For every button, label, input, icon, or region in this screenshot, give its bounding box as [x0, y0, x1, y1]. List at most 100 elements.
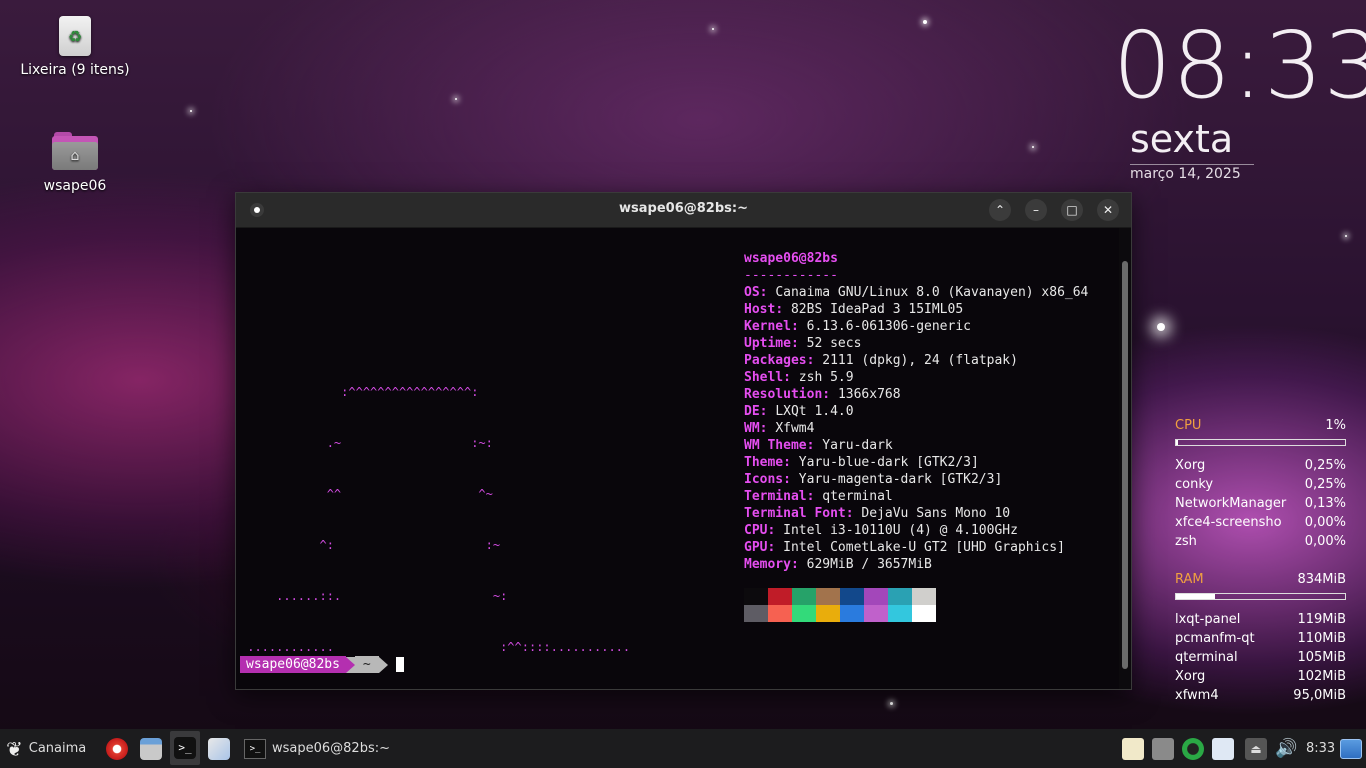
process-value: 102MiB — [1297, 669, 1346, 684]
desktop-icon-home[interactable]: ⌂ wsape06 — [20, 132, 130, 194]
minimize-button[interactable]: – — [1025, 199, 1047, 221]
ram-value: 834MiB — [1297, 572, 1346, 587]
network-icon[interactable] — [1152, 737, 1174, 760]
eject-icon[interactable]: ⏏ — [1245, 737, 1267, 760]
process-value: 0,25% — [1304, 458, 1346, 473]
info-key: Host — [744, 302, 776, 317]
color-swatch — [864, 605, 888, 622]
info-value: Yaru-dark — [822, 438, 893, 453]
clipboard-icon[interactable] — [1122, 737, 1144, 760]
process-value: 0,25% — [1304, 477, 1346, 492]
info-key: CPU — [744, 523, 768, 538]
task-label: wsape06@82bs:~ — [272, 741, 391, 756]
taskbar: ❦ Canaima >_ >_ wsape06@82bs:~ ⏏ 🔊 8:33 — [0, 729, 1366, 768]
info-key: OS — [744, 285, 760, 300]
info-key: Uptime — [744, 336, 791, 351]
process-name: xfwm4 — [1175, 688, 1219, 703]
update-icon[interactable] — [1182, 737, 1204, 760]
color-swatch — [840, 588, 864, 605]
info-row: DE: LXQt 1.4.0 — [744, 404, 854, 419]
process-row: xfce4-screensho 0,00% — [1175, 513, 1346, 532]
star — [1345, 235, 1347, 237]
info-value: Xfwm4 — [775, 421, 815, 436]
star — [890, 702, 893, 705]
canaima-logo-icon: ❦ — [6, 736, 23, 761]
info-row: WM Theme: Yaru-dark — [744, 438, 893, 453]
process-name: qterminal — [1175, 650, 1238, 665]
process-name: xfce4-screensho — [1175, 515, 1282, 530]
taskbar-clock[interactable]: 8:33 — [1306, 741, 1335, 756]
info-key: DE — [744, 404, 760, 419]
neofetch-info: wsape06@82bs ------------ OS: Canaima GN… — [744, 250, 1088, 573]
volume-icon[interactable]: 🔊 — [1275, 738, 1297, 759]
text-editor-icon[interactable] — [208, 737, 230, 760]
info-row: OS: Canaima GNU/Linux 8.0 (Kavanayen) x8… — [744, 285, 1089, 300]
desktop-icon-trash[interactable]: ♻ Lixeira (9 itens) — [20, 16, 130, 78]
clock-separator — [1130, 164, 1254, 165]
ascii-line: ............ :^^::::........... — [240, 640, 631, 654]
conky-monitor: CPU 1% Xorg 0,25% conky 0,25% NetworkManage… — [1175, 416, 1346, 705]
task-button-terminal[interactable]: >_ wsape06@82bs:~ — [244, 729, 390, 768]
star — [455, 98, 457, 100]
color-swatch — [912, 588, 936, 605]
info-key: Terminal — [744, 489, 807, 504]
info-row: Kernel: 6.13.6-061306-generic — [744, 319, 971, 334]
color-swatch — [816, 605, 840, 622]
title-bar[interactable]: wsape06@82bs:~ ⌃ – □ ✕ — [236, 193, 1131, 228]
desktop-icon-label: Lixeira (9 itens) — [20, 62, 130, 78]
info-row: Host: 82BS IdeaPad 3 15IML05 — [744, 302, 964, 317]
info-value: 52 secs — [806, 336, 862, 351]
info-key: Memory — [744, 557, 791, 572]
color-swatch — [792, 588, 816, 605]
process-row: Xorg 102MiB — [1175, 667, 1346, 686]
star — [1032, 146, 1034, 148]
process-value: 105MiB — [1297, 650, 1346, 665]
process-value: 0,00% — [1304, 534, 1346, 549]
close-button[interactable]: ✕ — [1097, 199, 1119, 221]
terminal-content[interactable]: :^^^^^^^^^^^^^^^^^: .~ :~: ^^ ^~ ^: :~ .… — [236, 228, 1119, 689]
process-value: 0,13% — [1304, 496, 1346, 511]
terminal-launcher[interactable]: >_ — [170, 731, 200, 765]
main-menu-button[interactable]: ❦ Canaima — [6, 729, 86, 768]
info-key: WM Theme — [744, 438, 807, 453]
info-value: 82BS IdeaPad 3 15IML05 — [790, 302, 964, 317]
trash-icon: ♻ — [59, 16, 91, 56]
ram-usage-bar — [1175, 593, 1346, 600]
info-key: Resolution — [744, 387, 823, 402]
process-name: pcmanfm-qt — [1175, 631, 1255, 646]
ram-label: RAM — [1175, 572, 1204, 587]
maximize-button[interactable]: □ — [1061, 199, 1083, 221]
clock-date: março 14, 2025 — [1130, 166, 1241, 182]
bluetooth-icon[interactable] — [1212, 737, 1234, 760]
file-manager-icon[interactable] — [140, 737, 162, 760]
info-key: Icons — [744, 472, 784, 487]
info-row: Resolution: 1366x768 — [744, 387, 901, 402]
info-value: 2111 (dpkg), 24 (flatpak) — [822, 353, 1018, 368]
terminal-icon: >_ — [174, 737, 196, 759]
shade-button[interactable]: ⌃ — [989, 199, 1011, 221]
terminal-window[interactable]: wsape06@82bs:~ ⌃ – □ ✕ :^^^^^^^^^^^^^^^^… — [235, 192, 1132, 690]
info-value: Yaru-magenta-dark [GTK2/3] — [798, 472, 1003, 487]
ascii-line: .~ :~: — [240, 436, 493, 450]
home-folder-icon: ⌂ — [52, 132, 98, 170]
process-row: zsh 0,00% — [1175, 532, 1346, 551]
info-key: Terminal Font — [744, 506, 846, 521]
info-key: WM — [744, 421, 760, 436]
ascii-line: :^^^^^^^^^^^^^^^^^: — [240, 385, 479, 399]
text-cursor — [395, 657, 404, 672]
color-swatch — [744, 588, 768, 605]
color-swatch — [840, 605, 864, 622]
process-row: NetworkManager 0,13% — [1175, 494, 1346, 513]
info-row: Terminal Font: DejaVu Sans Mono 10 — [744, 506, 1011, 521]
cpu-usage-bar — [1175, 439, 1346, 446]
neofetch-header: wsape06@82bs — [744, 251, 838, 266]
process-name: lxqt-panel — [1175, 612, 1241, 627]
process-name: Xorg — [1175, 458, 1206, 473]
browser-icon[interactable] — [106, 737, 128, 760]
show-desktop-icon[interactable] — [1340, 738, 1362, 759]
info-row: Shell: zsh 5.9 — [744, 370, 854, 385]
info-key: Shell — [744, 370, 784, 385]
scrollbar[interactable] — [1122, 261, 1128, 669]
color-swatch — [768, 588, 792, 605]
info-value: DejaVu Sans Mono 10 — [861, 506, 1011, 521]
